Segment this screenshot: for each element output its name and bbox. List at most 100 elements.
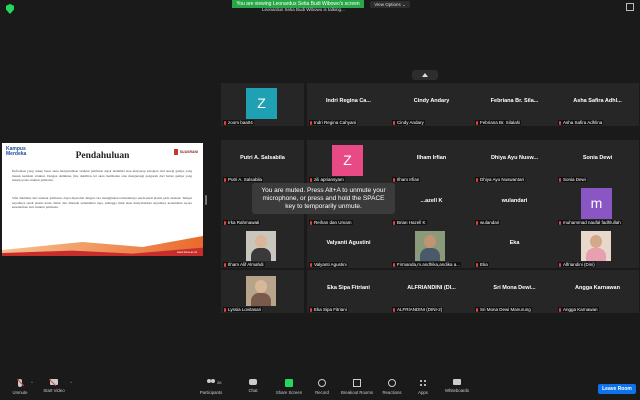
- participant-label-text: Valyanti Agustini: [314, 262, 347, 267]
- participant-tile[interactable]: ...azell K Brian Hazell K: [390, 183, 473, 226]
- participant-tile[interactable]: Ilham Irfian Ilham Irfian: [390, 140, 473, 183]
- chat-button[interactable]: Chat: [233, 379, 273, 399]
- participant-name: Cindy Andary: [413, 98, 450, 104]
- participant-tile[interactable]: Sonia Dewi Sonia Dewi: [556, 140, 639, 183]
- participant-label: zoom baa04: [223, 120, 254, 125]
- resize-handle[interactable]: [205, 195, 207, 205]
- microphone-muted-icon: [224, 178, 226, 182]
- whiteboard-icon: [453, 379, 461, 385]
- leave-room-button[interactable]: Leave Room: [598, 384, 636, 394]
- smiley-icon: [388, 379, 396, 387]
- participants-icon: [207, 379, 215, 387]
- video-off-icon: [48, 378, 58, 387]
- participant-label-text: Sri Mona Dewi Manurung: [480, 307, 531, 312]
- microphone-muted-icon: [16, 378, 25, 387]
- participant-label: Ilham Irfian: [392, 177, 421, 182]
- participant-name: Angga Karnawan: [575, 285, 620, 291]
- start-video-button[interactable]: Start Video: [34, 378, 74, 399]
- participant-tile[interactable]: Firmanda,m.andhika,andika a...: [390, 225, 473, 268]
- muted-notification: You are muted. Press Alt+A to unmute you…: [252, 183, 395, 214]
- microphone-muted-icon: [224, 263, 226, 267]
- microphone-muted-icon: [559, 121, 561, 125]
- participant-tile[interactable]: ALFRIANDINI (DI... ALFRIANDINI (DINI-2): [390, 270, 473, 313]
- participant-tile[interactable]: Eka Eka: [473, 225, 556, 268]
- participant-label: Valyanti Agustini: [309, 262, 348, 267]
- whiteboards-button[interactable]: Whiteboards: [437, 379, 477, 399]
- microphone-muted-icon: [393, 308, 395, 312]
- participant-label-text: Alfriandini (Dini): [563, 262, 595, 267]
- participant-label-text: zoom baa04: [228, 120, 253, 125]
- breakout-rooms-button[interactable]: Breakout Rooms: [337, 379, 377, 399]
- microphone-muted-icon: [559, 178, 561, 182]
- participant-label: Febriana Br. Silalahi: [475, 120, 522, 125]
- participant-photo: [246, 276, 276, 306]
- participant-tile[interactable]: Valyanti Agustini Valyanti Agustini: [307, 225, 390, 268]
- participants-label: Participants: [199, 390, 223, 395]
- participant-label-text: Dhiya Ayu Nuswantari: [480, 177, 524, 182]
- start-video-label: Start Video: [43, 388, 65, 393]
- slide-title: Pendahuluan: [75, 151, 130, 161]
- chevron-up-icon[interactable]: ^: [70, 380, 72, 385]
- participant-label: Putri A. Salsabila: [223, 177, 264, 182]
- participant-name: ...azell K: [420, 198, 443, 204]
- participant-tile[interactable]: Zzoom baa04: [221, 83, 304, 126]
- participant-label: Cindy Andary: [392, 120, 425, 125]
- participant-tile[interactable]: Eka Sipa Fitriani Eka Sipa Fitriani: [307, 270, 390, 313]
- participant-tile[interactable]: Cindy Andary Cindy Andary: [390, 83, 473, 126]
- participant-tile[interactable]: m muhammad naufal fadhlullah: [556, 183, 639, 226]
- microphone-muted-icon: [310, 121, 312, 125]
- participant-label: Lyssia Lovitasari: [223, 307, 263, 312]
- participant-tile[interactable]: Febriana Br. Sila... Febriana Br. Silalah…: [473, 83, 556, 126]
- record-button[interactable]: Record: [302, 379, 342, 399]
- slide-url: www.itera.ac.id: [176, 250, 197, 254]
- participant-label-text: Sonia Dewi: [563, 177, 586, 182]
- participant-avatar: m: [581, 188, 612, 219]
- microphone-muted-icon: [559, 263, 561, 267]
- microphone-muted-icon: [393, 121, 395, 125]
- chat-label: Chat: [248, 388, 258, 393]
- zoom-meeting-window: You are viewing Leonardus Setia Budi Wib…: [0, 0, 640, 400]
- participant-label: Indri Regina Cahyani: [309, 120, 358, 125]
- microphone-muted-icon: [310, 308, 312, 312]
- microphone-muted-icon: [310, 178, 312, 182]
- participant-tile[interactable]: Lyssia Lovitasari: [221, 270, 304, 313]
- participant-name: Dhiya Ayu Nusw...: [490, 155, 539, 161]
- participant-name: Ilham Irfian: [416, 155, 447, 161]
- participant-tile[interactable]: Ilham Alif Almahdi: [221, 225, 304, 268]
- participants-count: 26: [217, 380, 222, 385]
- participant-tile[interactable]: Indri Regina Ca... Indri Regina Cahyani: [307, 83, 390, 126]
- participant-tile[interactable]: Zzili apriansyam: [307, 140, 390, 183]
- chevron-up-icon[interactable]: ^: [31, 380, 33, 385]
- participant-name: Putri A. Salsabila: [240, 155, 285, 161]
- meeting-toolbar: Unmute ^ Start Video ^ Participants 26 C…: [0, 377, 640, 400]
- breakout-rooms-label: Breakout Rooms: [340, 390, 373, 395]
- participant-tile[interactable]: Putri A. Salsabila Putri A. Salsabila: [221, 140, 304, 183]
- participant-photo: [415, 231, 445, 261]
- microphone-muted-icon: [559, 308, 561, 312]
- participant-tile[interactable]: Asha Safira Adhl... Asha Safira Adhlina: [556, 83, 639, 126]
- microphone-muted-icon: [476, 308, 478, 312]
- participant-label-text: ALFRIANDINI (DINI-2): [397, 307, 443, 312]
- participant-label-text: zili apriansyam: [314, 177, 344, 182]
- slide-paragraph: Deformasi yang cukup besar akan menyebab…: [12, 169, 192, 183]
- gallery-page-up-button[interactable]: [412, 70, 438, 80]
- fullscreen-icon[interactable]: [626, 3, 634, 11]
- view-options-button[interactable]: View Options ⌄: [370, 1, 410, 8]
- participant-tile[interactable]: Dhiya Ayu Nusw... Dhiya Ayu Nuswantari: [473, 140, 556, 183]
- slide-paragraph: Sifat daktilitas dari struktur jembatan,…: [12, 196, 192, 210]
- participant-avatar: Z: [332, 145, 363, 176]
- participant-photo: [246, 231, 276, 261]
- participants-button[interactable]: Participants: [191, 379, 231, 399]
- record-icon: [318, 379, 326, 387]
- participant-label: Eka: [475, 262, 489, 267]
- participant-label-text: Firmanda,m.andhika,andika a...: [397, 262, 461, 267]
- shared-screen: Kampus Merdeka SUASRANI Pendahuluan Defo…: [2, 143, 203, 256]
- participant-tile[interactable]: wulandari wulandari: [473, 183, 556, 226]
- participant-label: Alfriandini (Dini): [558, 262, 596, 267]
- microphone-muted-icon: [393, 263, 395, 267]
- participant-tile[interactable]: Angga Karnawan Angga Karnawan: [556, 270, 639, 313]
- shield-icon[interactable]: [6, 4, 14, 14]
- participant-tile[interactable]: Alfriandini (Dini): [556, 225, 639, 268]
- participant-label: Asha Safira Adhlina: [558, 120, 604, 125]
- participant-tile[interactable]: Sri Mona Dewi... Sri Mona Dewi Manurung: [473, 270, 556, 313]
